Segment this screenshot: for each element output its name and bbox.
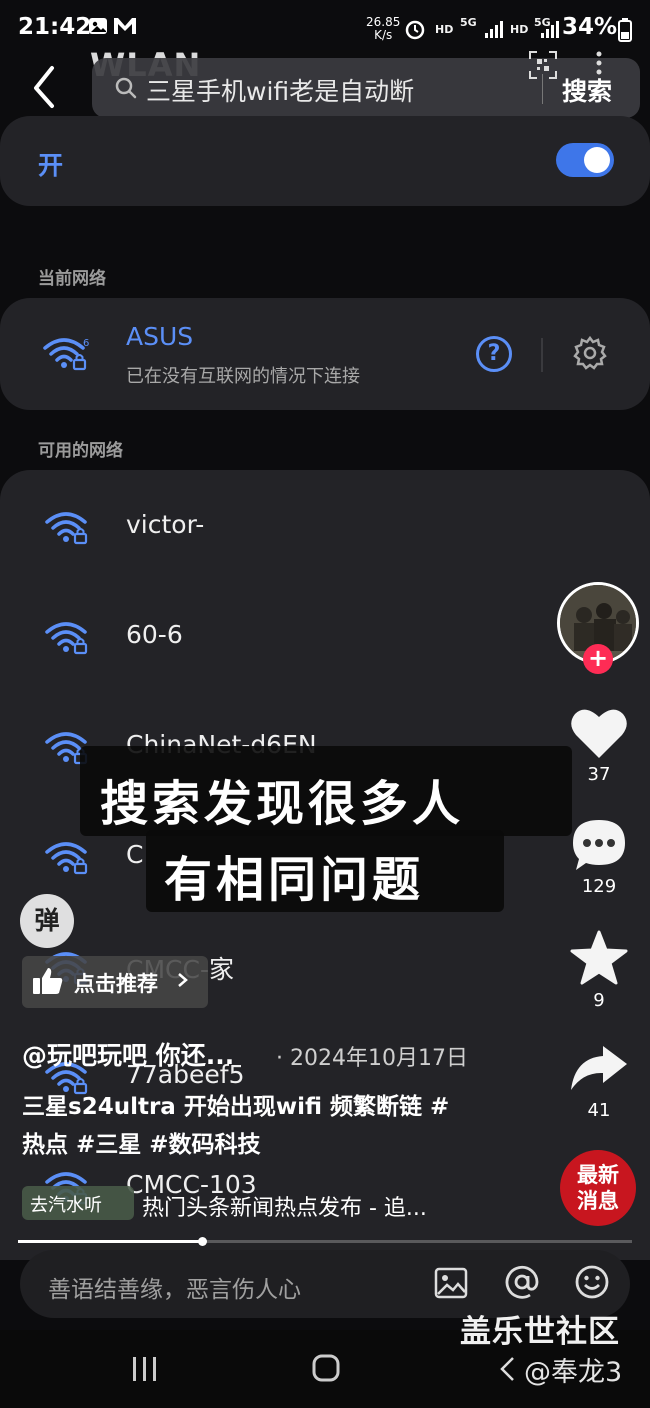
scan-icon[interactable]	[528, 50, 558, 84]
news-ticker[interactable]: 热门头条新闻热点发布 - 追...	[142, 1190, 427, 1222]
thumbs-up-icon	[32, 966, 64, 1000]
news-badge[interactable]: 最新 消息	[560, 1150, 636, 1226]
search-icon	[114, 76, 138, 104]
signal-icon-1	[484, 18, 506, 44]
progress-handle[interactable]	[198, 1237, 207, 1246]
wifi-lock-icon	[44, 838, 90, 878]
network-name: 60-6	[126, 620, 183, 649]
chevron-right-icon	[176, 966, 190, 1000]
wlan-toggle-label: 开	[38, 151, 64, 180]
music-tag[interactable]: 去汽水听	[22, 1186, 134, 1220]
danmaku-button[interactable]: 弹	[20, 894, 74, 948]
recommend-button[interactable]: 点击推荐	[22, 956, 208, 1008]
video-description-line-2[interactable]: 热点 #三星 #数码科技	[22, 1126, 502, 1164]
gallery-icon	[88, 16, 108, 41]
search-input[interactable]: 三星手机wifi老是自动断	[146, 72, 414, 108]
more-icon[interactable]	[594, 50, 604, 80]
comment-icon[interactable]	[570, 818, 628, 876]
current-network-heading: 当前网络	[38, 269, 106, 289]
like-count: 37	[587, 764, 611, 785]
battery-icon	[618, 18, 632, 46]
mention-icon[interactable]	[504, 1264, 540, 1304]
back-button[interactable]	[26, 60, 66, 110]
comment-count: 129	[581, 876, 617, 897]
wlan-toggle-switch[interactable]	[556, 143, 614, 177]
video-description-line-1: 三星s24ultra 开始出现wifi 频繁断链 #	[22, 1094, 450, 1120]
share-count-value: 41	[587, 1100, 611, 1121]
gear-icon[interactable]	[572, 335, 608, 375]
home-icon[interactable]	[312, 1354, 340, 1386]
net-speed-unit: K/s	[374, 28, 393, 42]
overlay-caption-line-1: 搜索发现很多人	[100, 776, 465, 832]
news-badge-line-1: 最新	[577, 1163, 619, 1187]
network-name: C	[126, 840, 144, 869]
video-author[interactable]: @玩吧玩吧 你还...	[22, 1036, 234, 1072]
mail-icon	[112, 16, 138, 41]
comment-placeholder: 善语结善缘，恶言伤人心	[48, 1277, 301, 1303]
progress-fill	[18, 1240, 202, 1243]
help-icon[interactable]: ?	[476, 336, 512, 372]
share-icon[interactable]	[569, 1044, 629, 1098]
recent-apps-icon[interactable]	[130, 1356, 160, 1386]
current-network-name: ASUS	[126, 322, 194, 351]
video-description: 三星s24ultra 开始出现wifi 频繁断链 # 热点 #三星 #数码科技	[22, 1088, 502, 1164]
star-icon[interactable]	[569, 930, 629, 990]
music-tag-label: 去汽水听	[30, 1195, 102, 1216]
nav-back-icon[interactable]	[498, 1354, 518, 1388]
wlan-toggle-card	[0, 116, 650, 206]
wifi-lock-icon: 6	[42, 334, 89, 374]
heart-icon[interactable]	[569, 706, 629, 764]
available-networks-heading: 可用的网络	[38, 441, 123, 461]
search-button[interactable]: 搜索	[562, 72, 612, 108]
video-date: · 2024年10月17日	[276, 1046, 468, 1071]
video-progress-bar[interactable]	[18, 1237, 632, 1246]
current-network-divider	[541, 338, 543, 372]
status-time: 21:42	[18, 14, 92, 40]
hd-label-2: HD	[510, 23, 529, 36]
current-network-card[interactable]	[0, 298, 650, 410]
recommend-label: 点击推荐	[74, 972, 158, 996]
network-name: victor-	[126, 510, 205, 539]
toggle-knob	[584, 147, 610, 173]
follow-button[interactable]: +	[583, 644, 613, 674]
emoji-icon[interactable]	[574, 1264, 610, 1304]
net-speed: 26.85 K/s	[366, 16, 400, 42]
signal-icon-2	[540, 18, 560, 44]
site-watermark: 盖乐世社区	[460, 1314, 620, 1350]
wifi-lock-icon	[44, 618, 90, 658]
current-network-status: 已在没有互联网的情况下连接	[126, 366, 360, 387]
5g-label-1: 5G	[460, 16, 477, 29]
user-watermark: @奉龙3	[524, 1357, 623, 1388]
svg-text:6: 6	[83, 338, 89, 349]
wifi-lock-icon	[44, 508, 90, 548]
overlay-caption-line-2: 有相同问题	[164, 852, 425, 908]
battery-percent: 34%	[562, 14, 618, 40]
share-count: 41	[569, 1100, 629, 1121]
news-badge-line-2: 消息	[577, 1189, 619, 1213]
favorite-count: 9	[593, 990, 605, 1011]
hd-label-1: HD	[435, 23, 454, 36]
back-arrow-icon	[34, 66, 54, 108]
alarm-icon	[404, 18, 426, 45]
image-icon[interactable]	[434, 1266, 468, 1304]
